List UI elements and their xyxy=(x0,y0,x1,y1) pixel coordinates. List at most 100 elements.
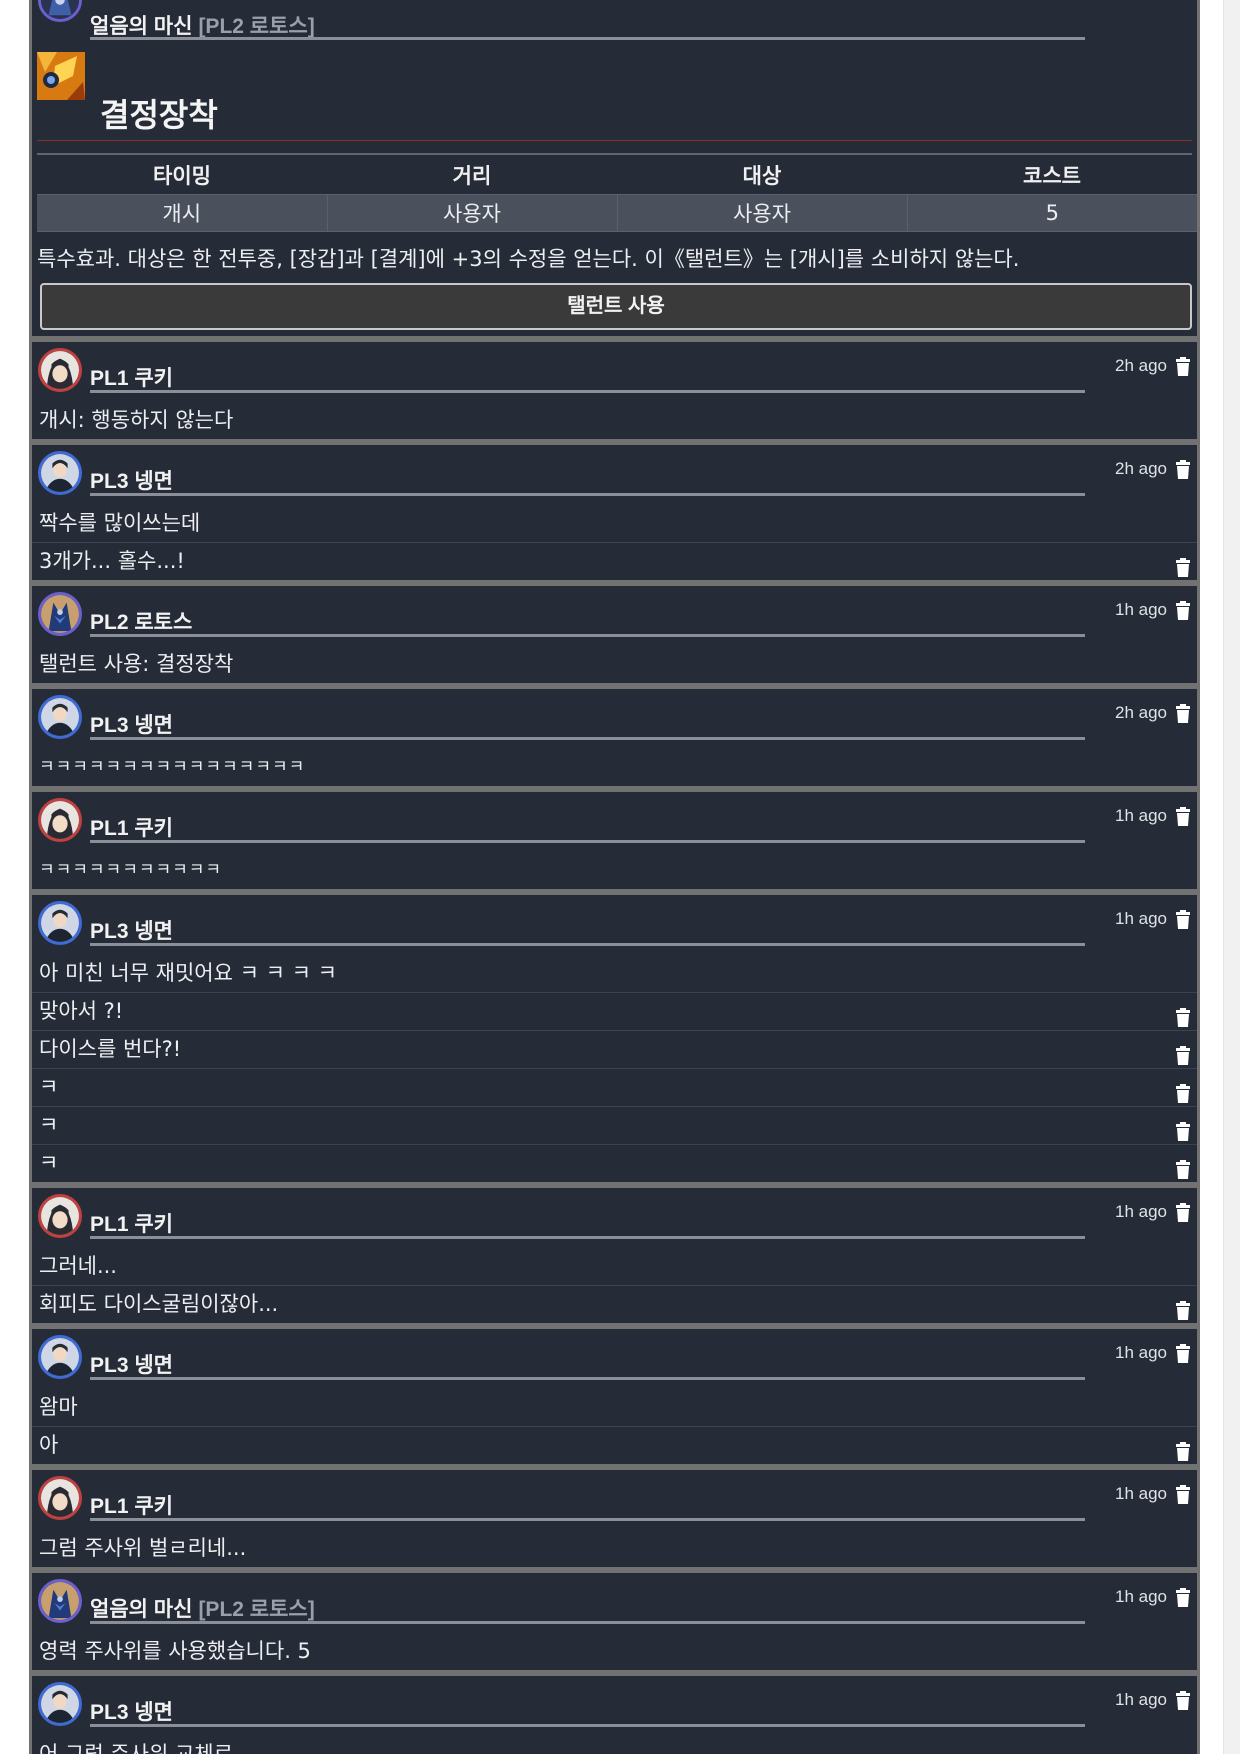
message-text: 왐마 xyxy=(39,1395,78,1419)
name-underline xyxy=(90,493,1085,496)
avatar[interactable] xyxy=(38,798,82,842)
message-line: 3개가... 홀수...! xyxy=(32,542,1197,580)
name-underline xyxy=(90,1377,1085,1380)
avatar[interactable] xyxy=(38,901,82,945)
message-timestamp: 2h ago xyxy=(1115,356,1167,375)
chat-message: PL3 넹면 2h ago ㅋㅋㅋㅋㅋㅋㅋㅋㅋㅋㅋㅋㅋㅋㅋㅋ xyxy=(32,689,1197,786)
message-text: 아 xyxy=(39,1433,59,1457)
trash-icon[interactable] xyxy=(1175,1078,1191,1103)
message-line: 영력 주사위를 사용했습니다. 5 xyxy=(32,1633,1197,1670)
value-range: 사용자 xyxy=(326,194,617,232)
header-range: 거리 xyxy=(452,165,492,188)
trash-icon[interactable] xyxy=(1175,552,1191,577)
avatar[interactable] xyxy=(38,1194,82,1238)
avatar[interactable] xyxy=(38,1682,82,1726)
message-text: 3개가... 홀수...! xyxy=(39,549,185,573)
message-line: 탤런트 사용: 결정장착 xyxy=(32,646,1197,683)
trash-icon[interactable] xyxy=(1175,1040,1191,1065)
message-line: ㅋㅋㅋㅋㅋㅋㅋㅋㅋㅋㅋ xyxy=(32,852,1197,889)
message-line: 아 미친 너무 재밋어요 ㅋ ㅋ ㅋ ㅋ xyxy=(32,955,1197,992)
trash-icon[interactable] xyxy=(1175,704,1191,723)
message-header: 얼음의 마신 [PL2 로토스] xyxy=(32,0,1197,44)
message-text: ㅋ xyxy=(39,1113,59,1137)
chat-message: 얼음의 마신 [PL2 로토스] 1h ago 영력 주사위를 사용했습니다. 5 xyxy=(32,1573,1197,1670)
avatar[interactable] xyxy=(38,348,82,392)
trash-icon[interactable] xyxy=(1175,1116,1191,1141)
message-text: ㅋㅋㅋㅋㅋㅋㅋㅋㅋㅋㅋㅋㅋㅋㅋㅋ xyxy=(39,757,306,777)
divider xyxy=(37,153,1192,155)
speaker-sub: [PL2 로토스] xyxy=(198,15,315,38)
name-underline xyxy=(90,390,1085,393)
talent-description: 특수효과. 대상은 한 전투중, [장갑]과 [결계]에 +3의 수정을 얻는다… xyxy=(37,247,1020,271)
message-list: PL1 쿠키 2h ago 개시: 행동하지 않는다 PL3 넹면 2h ago 짝수를 … xyxy=(29,342,1200,1754)
trash-icon[interactable] xyxy=(1175,1436,1191,1461)
chat-message: PL1 쿠키 1h ago 그러네... 회피도 다이스굴림이잖아... xyxy=(32,1188,1197,1323)
message-line: 왐마 xyxy=(32,1389,1197,1426)
speaker-name: PL3 넹면 xyxy=(90,1701,173,1724)
message-line: 짝수를 많이쓰는데 xyxy=(32,505,1197,542)
talent-title: 결정장착 xyxy=(100,97,218,133)
trash-icon[interactable] xyxy=(1175,357,1191,376)
scrollbar[interactable] xyxy=(1223,0,1240,1754)
avatar[interactable] xyxy=(38,592,82,636)
speaker-name: PL1 쿠키 xyxy=(90,1213,173,1236)
chat-message: PL3 넹면 1h ago 아 미친 너무 재밋어요 ㅋ ㅋ ㅋ ㅋ 맞아서 ?! 다이… xyxy=(32,895,1197,1182)
trash-icon[interactable] xyxy=(1175,807,1191,826)
trash-icon[interactable] xyxy=(1175,1344,1191,1363)
speaker-name: PL1 쿠키 xyxy=(90,1495,173,1518)
avatar[interactable] xyxy=(38,451,82,495)
avatar[interactable] xyxy=(38,0,82,22)
speaker-name: PL3 넹면 xyxy=(90,714,173,737)
message-line: ㅋ xyxy=(32,1068,1197,1106)
chat-message: PL2 로토스 1h ago 탤런트 사용: 결정장착 xyxy=(32,586,1197,683)
name-underline xyxy=(90,634,1085,637)
message-header: PL1 쿠키 1h ago xyxy=(32,1188,1197,1248)
trash-icon[interactable] xyxy=(1175,910,1191,929)
message-timestamp: 2h ago xyxy=(1115,459,1167,478)
name-underline xyxy=(90,1518,1085,1521)
message-timestamp: 1h ago xyxy=(1115,1202,1167,1221)
avatar[interactable] xyxy=(38,1579,82,1623)
name-underline xyxy=(90,37,1085,40)
message-header: PL1 쿠키 1h ago xyxy=(32,792,1197,852)
trash-icon[interactable] xyxy=(1175,1588,1191,1607)
message-text: 아 미친 너무 재밋어요 ㅋ ㅋ ㅋ ㅋ xyxy=(39,961,337,985)
trash-icon[interactable] xyxy=(1175,1002,1191,1027)
chat-log: 얼음의 마신 [PL2 로토스] 결정장착 타이밍 거리 대상 코스트 개시 사… xyxy=(29,0,1200,1754)
name-underline xyxy=(90,840,1085,843)
name-underline xyxy=(90,1621,1085,1624)
speaker-name: PL1 쿠키 xyxy=(90,367,173,390)
message-text: ㅋㅋㅋㅋㅋㅋㅋㅋㅋㅋㅋ xyxy=(39,860,223,880)
trash-icon[interactable] xyxy=(1175,1203,1191,1222)
message-header: PL3 넹면 1h ago xyxy=(32,895,1197,955)
trash-icon[interactable] xyxy=(1175,1154,1191,1179)
message-timestamp: 1h ago xyxy=(1115,909,1167,928)
chat-message: PL3 넹면 1h ago 왐마 아 xyxy=(32,1329,1197,1464)
avatar[interactable] xyxy=(38,1335,82,1379)
trash-icon[interactable] xyxy=(1175,1485,1191,1504)
trash-icon[interactable] xyxy=(1175,1295,1191,1320)
value-target: 사용자 xyxy=(616,194,907,232)
avatar[interactable] xyxy=(38,1476,82,1520)
chat-message: PL1 쿠키 1h ago ㅋㅋㅋㅋㅋㅋㅋㅋㅋㅋㅋ xyxy=(32,792,1197,889)
trash-icon[interactable] xyxy=(1175,1691,1191,1710)
trash-icon[interactable] xyxy=(1175,460,1191,479)
message-text: ㅋ xyxy=(39,1075,59,1099)
trash-icon[interactable] xyxy=(1175,601,1191,620)
message-header: PL3 넹면 2h ago xyxy=(32,689,1197,749)
message-header: PL3 넹면 2h ago xyxy=(32,445,1197,505)
value-timing: 개시 xyxy=(37,194,327,232)
message-text: 탤런트 사용: 결정장착 xyxy=(39,652,234,676)
message-timestamp: 1h ago xyxy=(1115,1484,1167,1503)
speaker-name: PL3 넹면 xyxy=(90,470,173,493)
message-text: ㅋ xyxy=(39,1151,59,1175)
message-line: 그럼 주사위 벌ㄹ리네... xyxy=(32,1530,1197,1567)
use-talent-button[interactable]: 탤런트 사용 xyxy=(40,283,1192,330)
avatar[interactable] xyxy=(38,695,82,739)
message-header: PL1 쿠키 1h ago xyxy=(32,1470,1197,1530)
message-text: 어 그럼 주사위 교체로 xyxy=(39,1742,233,1754)
message-line: 아 xyxy=(32,1426,1197,1464)
message-header: PL3 넹면 1h ago xyxy=(32,1676,1197,1736)
message-text: 다이스를 번다?! xyxy=(39,1037,182,1061)
message-line: 다이스를 번다?! xyxy=(32,1030,1197,1068)
